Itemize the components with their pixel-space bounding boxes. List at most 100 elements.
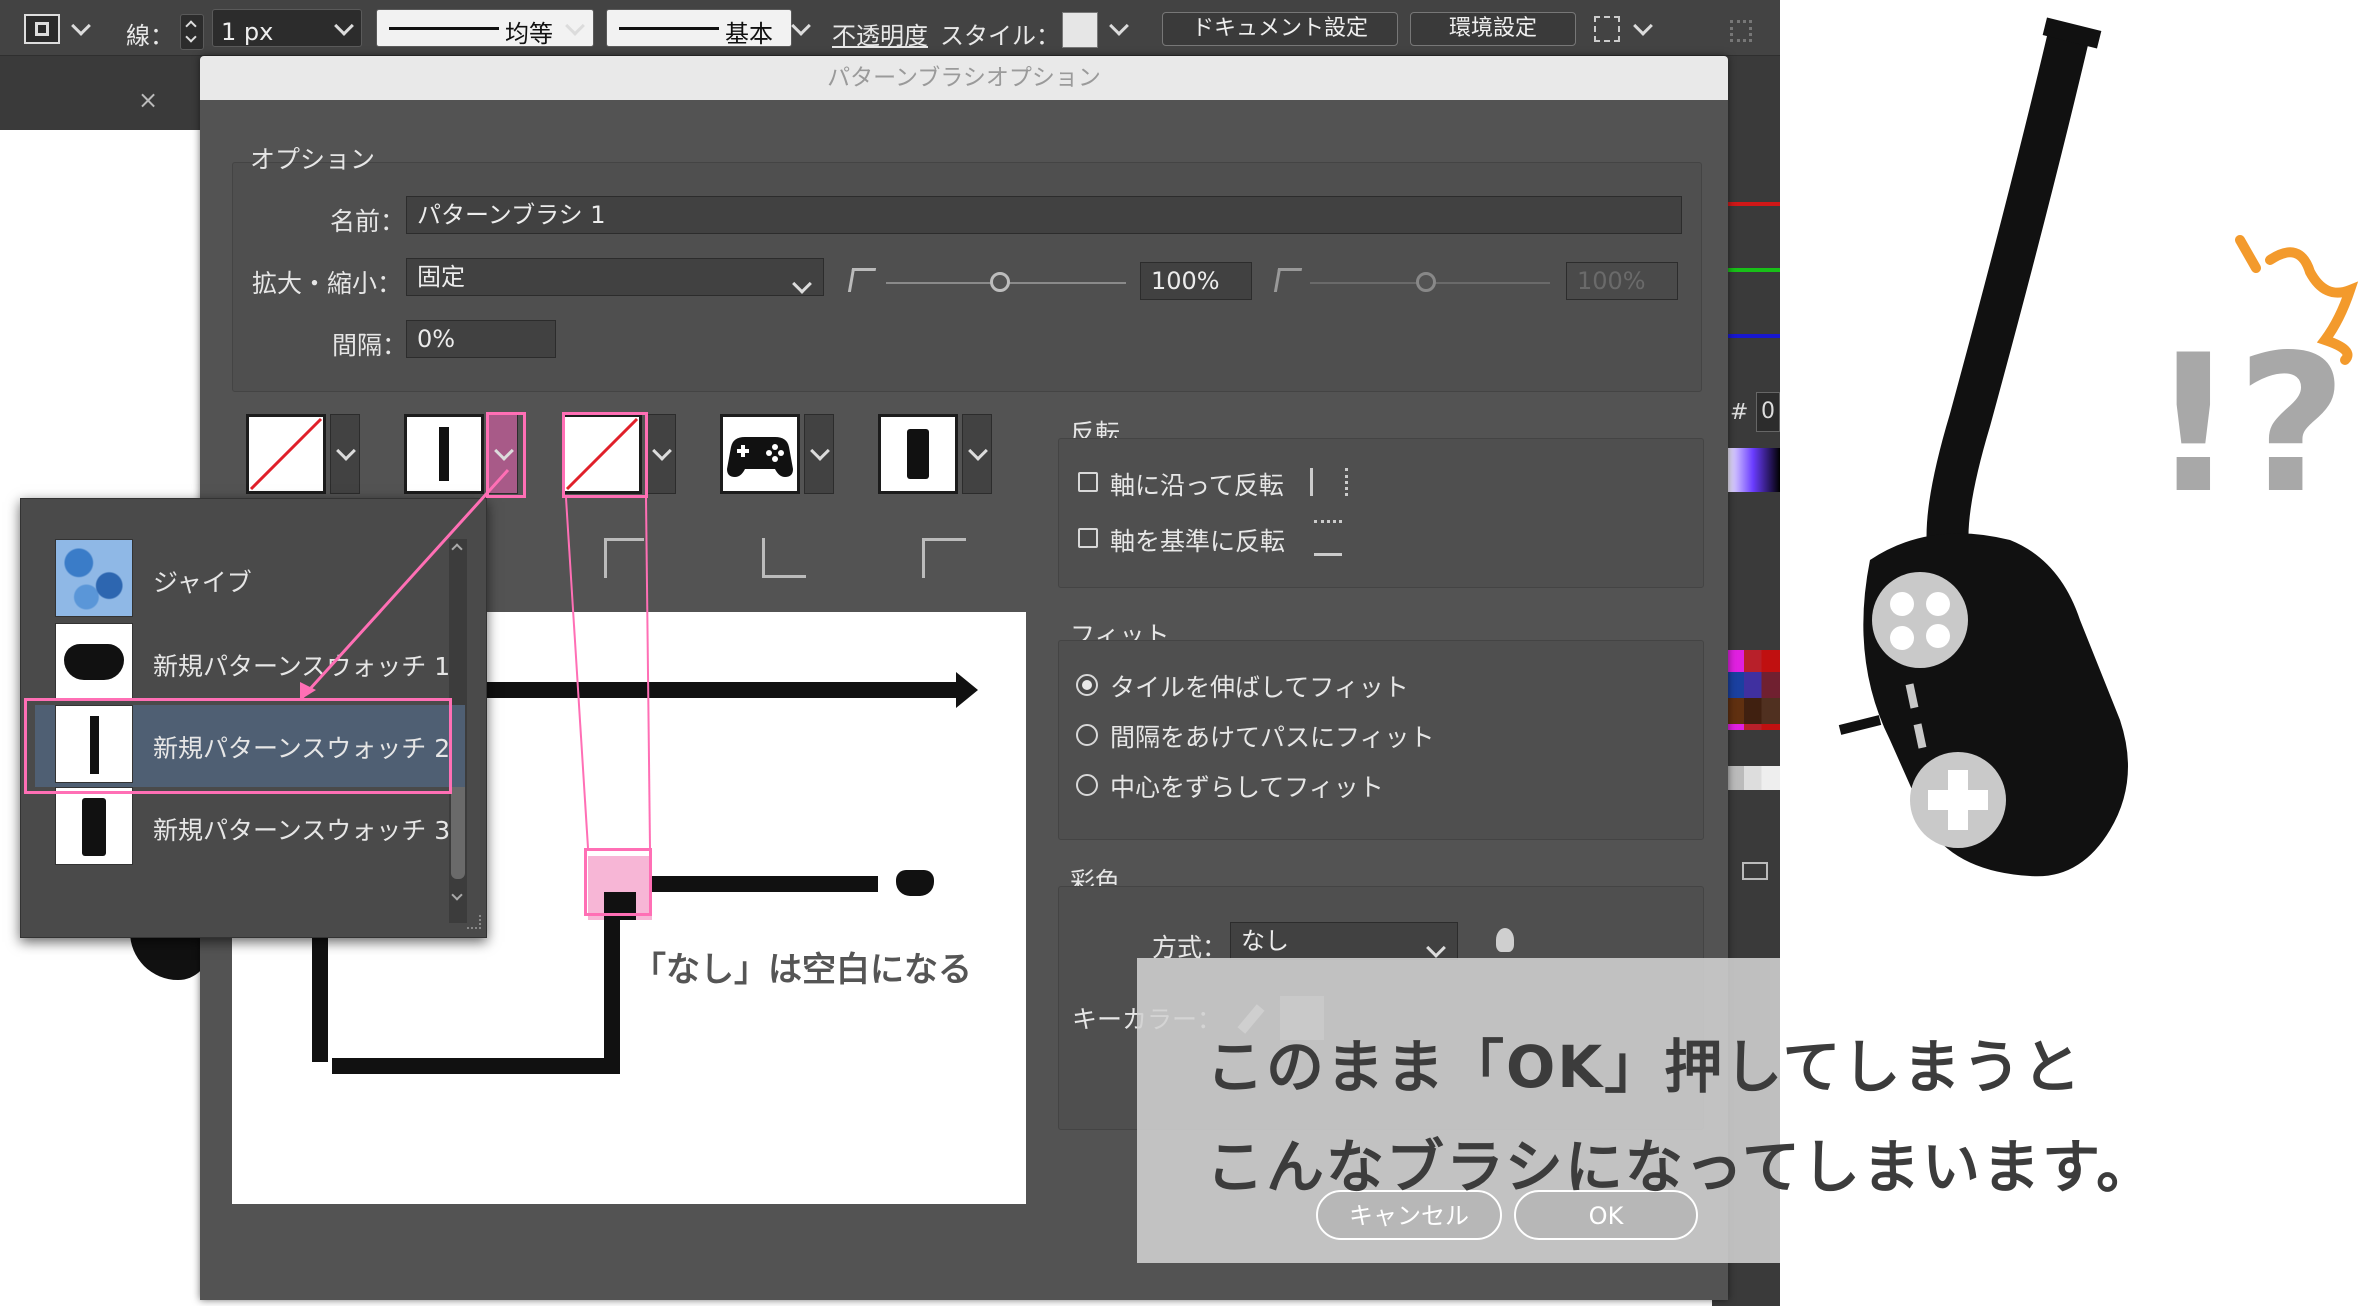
stroke-width-field[interactable]: 1 px [212,9,362,47]
start-tile-chevron[interactable] [804,414,834,494]
scale-mode-select[interactable]: 固定 [406,258,824,296]
end-type-icon [922,538,966,578]
fit-approximate-radio[interactable] [1076,774,1098,796]
gray-swatches[interactable] [1726,766,1780,790]
gamepad-swatch-thumb [55,623,133,701]
blue-slider[interactable] [1726,334,1780,338]
fill-stroke-swatch[interactable] [24,14,60,44]
scale-value-field[interactable]: 100% [1140,262,1252,300]
color-spectrum[interactable] [1726,448,1780,492]
outer-corner-chevron[interactable] [330,414,360,494]
jive-swatch-thumb [55,539,133,617]
swatch-grid-row2[interactable] [1726,672,1780,698]
style-label: スタイル： [940,22,1060,50]
inner-corner-chevron[interactable] [646,414,676,494]
scale-max-value-field: 100% [1566,262,1678,300]
flip-across-checkbox[interactable] [1078,528,1098,548]
stroke-label: 線： [126,22,174,50]
chevron-down-icon [336,441,356,462]
stroke-stepper[interactable] [180,14,204,50]
preview-note: 「なし」は空白になる [632,950,972,990]
opacity-link[interactable]: 不透明度 [832,16,928,51]
hex-field[interactable]: 0 [1756,392,1780,432]
variable-width-profile[interactable]: 均等 [376,9,594,48]
scale-reset-icon[interactable] [847,268,877,292]
spacing-field[interactable]: 0% [406,320,556,358]
gamepad-icon [727,437,793,477]
arrow-end-icon [956,672,978,708]
end-tile[interactable] [878,414,958,494]
panel-grid-icon[interactable] [1730,20,1752,42]
chevron-down-icon [792,265,812,301]
method-select[interactable]: なし [1230,922,1458,960]
green-slider[interactable] [1726,268,1780,272]
inner-corner-type-icon [604,538,644,578]
outer-corner-tile[interactable] [246,414,326,494]
start-type-icon [762,538,806,578]
highlight-preview-corner [584,848,652,916]
chevron-down-icon [968,441,988,462]
side-tile[interactable] [404,414,484,494]
exclaim-mark: !? [2150,314,2347,535]
usb-plug-icon [82,798,106,856]
name-input[interactable]: パターンブラシ 1 [406,196,1682,234]
chevron-down-icon [810,441,830,462]
flip-along-checkbox[interactable] [1078,472,1098,492]
control-bar: 線： 1 px 均等 基本 不透明度 スタイル： ドキュメント設定 環境設定 [0,0,1780,56]
style-chevron-icon[interactable] [1109,16,1129,37]
document-settings-button[interactable]: ドキュメント設定 [1162,12,1398,46]
fit-approximate-label: 中心をずらしてフィット [1110,773,1384,802]
flip-across-icon [1314,520,1342,556]
highlight-selected-item [24,698,452,794]
spacing-label: 間隔： [332,331,408,360]
swatch-grid-row3[interactable] [1726,698,1780,724]
brush-definition[interactable]: 基本 [606,9,792,48]
highlight-inner-corner-tile [562,412,648,498]
gamepad-icon [64,644,124,680]
fit-space-radio[interactable] [1076,724,1098,746]
broken-brush-illustration: !? [1838,17,2359,877]
end-tile-chevron[interactable] [962,414,992,494]
list-item[interactable]: 新規パターンスウォッチ 3 [35,787,465,869]
preview-top-path [482,682,960,698]
dialog-title: パターンブラシオプション [200,56,1728,100]
chevron-down-icon [334,16,354,37]
flip-along-icon [1310,468,1348,496]
highlight-side-chevron [486,412,526,498]
usb-plug-icon [907,429,929,479]
preview-right-vertical [604,920,620,1074]
profile-chevron-icon[interactable] [565,16,585,37]
scale-max-slider-knob [1416,272,1436,292]
usb-swatch-thumb [55,787,133,865]
transform-icon[interactable] [1594,16,1620,42]
fit-stretch-radio[interactable] [1076,674,1098,696]
tips-icon[interactable] [1496,928,1514,952]
list-item[interactable]: ジャイブ [35,539,465,621]
scale-label: 拡大・縮小： [252,269,403,298]
swatch-chevron-icon[interactable] [71,16,91,37]
document-tab[interactable]: × [0,56,210,130]
red-slider[interactable] [1726,202,1780,206]
chevron-down-icon [652,441,672,462]
brush-chevron-icon[interactable] [791,16,811,37]
close-icon[interactable]: × [138,86,158,114]
preview-mid-path [622,876,878,892]
resize-grip-icon[interactable] [467,915,481,929]
list-item[interactable]: 新規パターンスウォッチ 1 [35,623,465,705]
name-label: 名前： [330,207,406,236]
fit-stretch-label: タイルを伸ばしてフィット [1110,673,1409,702]
style-swatch[interactable] [1062,12,1098,48]
chevron-down-icon[interactable] [451,889,463,901]
gamepad-end-icon [896,870,934,896]
flip-along-label: 軸に沿って反転 [1110,471,1284,500]
folder-icon[interactable] [1742,862,1768,880]
flip-across-label: 軸を基準に反転 [1110,527,1286,556]
scale-slider-knob[interactable] [990,272,1010,292]
fit-space-label: 間隔をあけてパスにフィット [1110,723,1435,752]
transform-chevron-icon[interactable] [1633,16,1653,37]
preview-bottom-path [332,1058,620,1074]
scale-max-reset-icon [1273,268,1303,292]
preferences-button[interactable]: 環境設定 [1410,12,1576,46]
options-group-title: オプション [250,145,376,174]
start-tile[interactable] [720,414,800,494]
